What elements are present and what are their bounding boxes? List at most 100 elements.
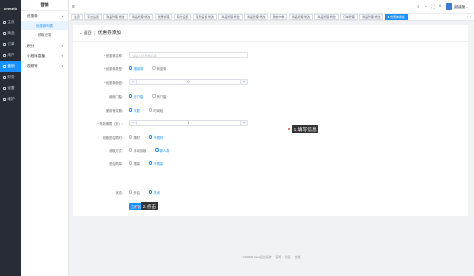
divider	[94, 30, 95, 36]
tab-item[interactable]: 商品管理 修改	[244, 14, 269, 20]
font-size-icon[interactable]: ᴬ	[439, 4, 441, 9]
footer-link[interactable]: 文档	[295, 255, 301, 259]
product-icon	[2, 31, 6, 36]
tab-item[interactable]: 商品管理 修改	[218, 14, 243, 20]
radio-circle	[129, 135, 133, 139]
back-button[interactable]: ← 返回	[79, 31, 91, 36]
nav-item-home[interactable]: 主页	[0, 17, 21, 28]
tab-platform-settings[interactable]: 平台设置	[84, 14, 102, 20]
radio-validity-days[interactable]: 天数	[129, 108, 140, 113]
tab-item[interactable]: 微信卡券	[269, 14, 288, 20]
menu-group-coupon[interactable]: 优惠券 ▲	[21, 11, 68, 21]
radio-label: 有门槛	[156, 94, 167, 99]
radio-status-on[interactable]: 开启	[129, 190, 140, 195]
radio-circle	[148, 135, 153, 139]
tab-item[interactable]: 商品管理 修改	[288, 14, 313, 20]
quantity-limit-row: 是否限量： 限量 不限量	[73, 159, 172, 167]
stepper-value: 0	[187, 80, 190, 84]
radio-type-general[interactable]: 通用券	[129, 66, 143, 71]
radio-type-product[interactable]: 商品券	[152, 66, 166, 71]
field-label: * 有效期限（天）：	[97, 121, 125, 126]
plus-icon[interactable]: +	[239, 120, 247, 126]
nav-item-label: 用户	[7, 53, 15, 57]
radio-no-threshold[interactable]: 无门槛	[129, 94, 143, 99]
nav-item-label: 设置	[7, 86, 15, 90]
radio-unlimited-qty[interactable]: 不限量	[148, 161, 164, 166]
menu-item-coupon-list[interactable]: 优惠券列表	[21, 21, 68, 30]
radio-circle	[148, 190, 153, 194]
coupon-type-row: * 优惠劵类型： 通用券 商品券	[73, 64, 175, 72]
brand-logo[interactable]: crmeb	[0, 0, 21, 17]
nav-item-label: 订单	[7, 42, 15, 46]
tab-item[interactable]: 商品管理 修改	[103, 14, 128, 20]
menu-group-points[interactable]: 积分 ▼	[21, 41, 68, 51]
active-dot-icon	[387, 16, 390, 18]
secondary-sidebar: 营销 优惠券 ▲ 优惠券列表 领取记录 积分 ▼ 小程序直播 ▼ 视频号 ▼	[21, 0, 69, 276]
nav-item-label: 维护	[7, 97, 15, 101]
radio-new-user[interactable]: 新人券	[155, 148, 169, 153]
nav-item-product[interactable]: 商品	[0, 28, 21, 39]
primary-sidebar: crmeb 主页 商品 订单 用户 营销 财务 设置 维护	[0, 0, 21, 276]
home-icon	[2, 20, 6, 25]
tab-item[interactable]: 商品管理 修改	[314, 14, 339, 20]
radio-label: 不限量	[153, 161, 164, 166]
page-header: ← 返回 优惠券添加	[73, 25, 468, 42]
stepper-value: 1	[187, 121, 190, 125]
radio-circle	[148, 161, 153, 165]
amount-stepper[interactable]: − 0 +	[129, 78, 248, 86]
user-icon	[2, 53, 6, 58]
menu-group-video[interactable]: 视频号 ▼	[21, 61, 68, 71]
time-limit-row: 领取是否限时： 限时 不限时	[73, 133, 172, 141]
radio-label: 无门槛	[133, 94, 144, 99]
nav-item-maintenance[interactable]: 维护	[0, 94, 21, 105]
menu-group-label: 小程序直播	[27, 53, 45, 58]
minus-icon[interactable]: −	[130, 120, 137, 126]
tab-item[interactable]: 积分设置	[173, 14, 192, 20]
minus-icon[interactable]: −	[130, 79, 137, 85]
footer-link[interactable]: 官网	[275, 255, 281, 259]
radio-manual-receive[interactable]: 手动领取	[129, 148, 146, 153]
annotation-marker	[136, 206, 138, 208]
radio-limited-qty[interactable]: 限量	[129, 161, 140, 166]
nav-item-user[interactable]: 用户	[0, 50, 21, 61]
search-icon[interactable]: ⌕	[417, 4, 420, 9]
radio-time-limited[interactable]: 限时	[129, 135, 140, 140]
tab-item[interactable]: 签到设置 修改	[192, 14, 217, 20]
radio-label: 新人券	[159, 148, 170, 153]
tabs-bar: 主页 平台设置 商品管理 修改 商品管理 修改 优惠管理 积分设置 签到设置 修…	[69, 14, 474, 21]
radio-validity-period[interactable]: 时间段	[148, 108, 163, 113]
chevron-right-icon[interactable]: ›	[470, 15, 471, 19]
field-label: 状态：	[115, 190, 125, 195]
tab-item[interactable]: 商品管理 修改	[359, 14, 384, 20]
days-row: * 有效期限（天）： − 1 +	[73, 119, 248, 127]
top-bar: ≡ ⌕ ◔ ⛶ ᴬ [超级管...	[69, 0, 474, 14]
menu-toggle-icon[interactable]: ≡	[69, 4, 78, 10]
radio-has-threshold[interactable]: 有门槛	[152, 94, 166, 99]
bell-icon[interactable]: ◔	[424, 4, 427, 9]
avatar[interactable]	[445, 3, 453, 10]
nav-item-marketing[interactable]: 营销	[0, 61, 21, 72]
chevron-left-icon[interactable]: ‹	[467, 15, 468, 19]
user-name[interactable]: [超级管...	[454, 4, 468, 9]
radio-status-off[interactable]: 关闭	[148, 190, 160, 195]
fullscreen-icon[interactable]: ⛶	[431, 4, 434, 9]
coupon-name-row: * 优惠券名称： 请输入优惠券名称	[73, 51, 248, 59]
menu-group-label: 视频号	[27, 63, 38, 68]
nav-item-label: 营销	[7, 64, 15, 68]
tab-scroll-controls: ‹ ›	[466, 15, 474, 19]
footer-link[interactable]: 社区	[285, 255, 291, 259]
coupon-name-input[interactable]: 请输入优惠券名称	[129, 51, 248, 59]
tab-item[interactable]: 商品管理 修改	[129, 14, 154, 20]
tab-coupon-add[interactable]: 优惠券添加	[384, 14, 408, 20]
menu-item-coupon-record[interactable]: 领取记录	[21, 30, 68, 39]
tab-item[interactable]: 订单管理	[340, 14, 358, 20]
menu-group-live[interactable]: 小程序直播 ▼	[21, 51, 68, 61]
nav-item-order[interactable]: 订单	[0, 39, 21, 50]
radio-no-time-limit[interactable]: 不限时	[148, 135, 163, 140]
days-stepper[interactable]: − 1 +	[129, 119, 248, 127]
tab-item[interactable]: 优惠管理	[154, 14, 173, 20]
nav-item-settings[interactable]: 设置	[0, 83, 21, 94]
plus-icon[interactable]: +	[239, 79, 247, 85]
tab-home[interactable]: 主页	[71, 14, 83, 20]
nav-item-finance[interactable]: 财务	[0, 72, 21, 83]
